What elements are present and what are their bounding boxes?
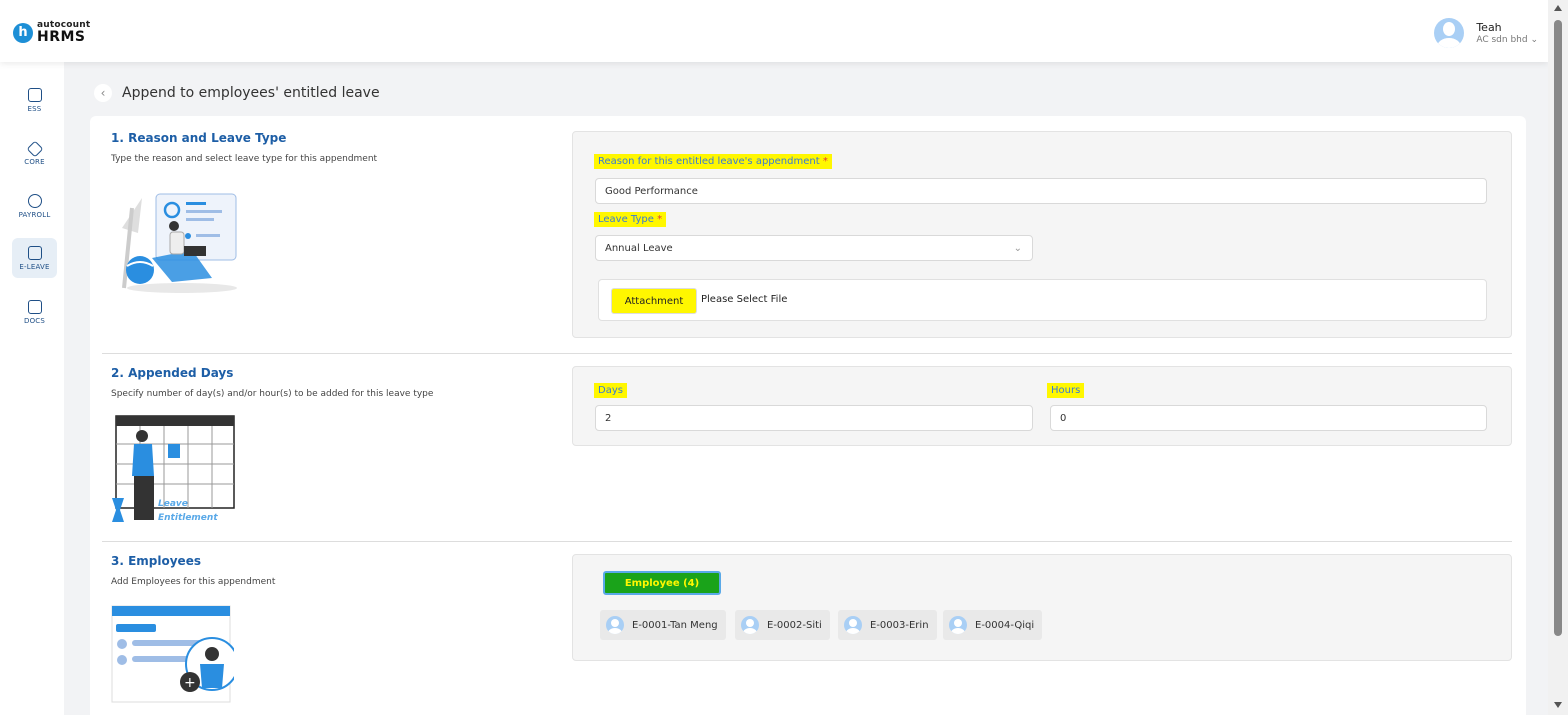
scroll-up-icon[interactable] [1554, 5, 1562, 11]
days-input[interactable]: 2 [595, 405, 1033, 431]
sidebar-item-ess[interactable]: ESS [12, 80, 57, 120]
section-divider [102, 541, 1512, 542]
attachment-box: Attachment Please Select File [598, 279, 1487, 321]
cube-icon [26, 140, 43, 157]
sidebar-item-payroll[interactable]: PAYROLL [12, 186, 57, 226]
appended-days-panel: Days 2 Hours 0 [572, 366, 1512, 446]
reason-label: Reason for this entitled leave's appendm… [598, 156, 820, 167]
section-2-title: 2. Appended Days [111, 366, 234, 380]
section-3-desc: Add Employees for this appendment [111, 577, 276, 587]
form-card: 1. Reason and Leave Type Type the reason… [90, 116, 1526, 715]
employee-chip-label: E-0001-Tan Meng [632, 619, 718, 631]
hrms-logo[interactable]: h autocount HRMS [13, 21, 90, 44]
days-label: Days [594, 383, 627, 398]
leave-entitlement-illustration: Leave Entitlement [112, 415, 235, 523]
hours-label: Hours [1047, 383, 1085, 398]
sidebar-item-label: PAYROLL [18, 210, 51, 219]
employee-chip-label: E-0004-Qiqi [975, 619, 1035, 631]
employee-chip[interactable]: E-0003-Erin [838, 610, 937, 640]
top-bar: h autocount HRMS Teah AC sdn bhd ⌄ [0, 0, 1548, 62]
employee-chip[interactable]: E-0004-Qiqi [943, 610, 1043, 640]
dollar-icon [27, 193, 42, 208]
sidebar-item-label: CORE [24, 157, 45, 166]
sidebar-item-label: E-LEAVE [19, 262, 50, 271]
relax-illustration [122, 193, 237, 293]
section-2-desc: Specify number of day(s) and/or hour(s) … [111, 389, 434, 399]
user-name: Teah [1476, 21, 1502, 35]
employee-button[interactable]: Employee (4) [603, 571, 721, 595]
illustration-text-entitlement: Entitlement [158, 513, 218, 523]
sidebar-item-docs[interactable]: DOCS [12, 292, 57, 332]
sidebar-item-core[interactable]: CORE [12, 134, 57, 174]
employee-chip-label: E-0002-Siti [767, 619, 822, 631]
leave-type-label: Leave Type [598, 214, 654, 225]
calendar-icon [27, 245, 42, 260]
leave-type-select[interactable]: Annual Leave ⌄ [595, 235, 1033, 261]
user-company: AC sdn bhd [1476, 34, 1528, 45]
add-employees-illustration: + [111, 605, 234, 703]
chevron-down-icon: ⌄ [1013, 243, 1022, 254]
section-divider [102, 353, 1512, 354]
page-title: Append to employees' entitled leave [122, 85, 380, 101]
back-button[interactable]: ‹ [94, 84, 112, 102]
logo-big-text: HRMS [37, 29, 86, 45]
hours-input[interactable]: 0 [1050, 405, 1487, 431]
employees-panel: Employee (4) E-0001-Tan Meng E-0002-Siti… [572, 554, 1512, 661]
employee-chip[interactable]: E-0001-Tan Meng [600, 610, 726, 640]
attachment-file-text: Please Select File [701, 294, 788, 305]
svg-text:+: + [184, 675, 196, 691]
sidebar-item-e-leave[interactable]: E-LEAVE [12, 238, 57, 278]
sidebar: ESS CORE PAYROLL E-LEAVE DOCS [0, 62, 64, 715]
avatar [844, 616, 862, 634]
leave-type-value: Annual Leave [605, 242, 673, 254]
chevron-left-icon: ‹ [100, 86, 106, 100]
chevron-down-icon: ⌄ [1530, 34, 1538, 45]
logo-mark: h [13, 22, 33, 43]
avatar [741, 616, 759, 634]
sidebar-item-label: ESS [27, 104, 42, 113]
scroll-down-icon[interactable] [1554, 702, 1562, 708]
page-header: ‹ Append to employees' entitled leave [94, 84, 380, 102]
page-scrollbar[interactable] [1548, 0, 1568, 715]
employee-chip[interactable]: E-0002-Siti [735, 610, 830, 640]
avatar [606, 616, 624, 634]
document-icon [27, 299, 42, 314]
user-menu[interactable]: Teah AC sdn bhd ⌄ [1434, 18, 1538, 48]
reason-input[interactable]: Good Performance [595, 178, 1487, 204]
ess-icon [27, 87, 42, 102]
section-1-title: 1. Reason and Leave Type [111, 131, 287, 145]
avatar [1434, 18, 1465, 48]
illustration-text-leave: Leave [158, 499, 188, 509]
employee-chip-label: E-0003-Erin [870, 619, 929, 631]
section-3-title: 3. Employees [111, 554, 201, 568]
avatar [949, 616, 967, 634]
attachment-button[interactable]: Attachment [611, 288, 697, 314]
section-1-desc: Type the reason and select leave type fo… [111, 154, 378, 164]
scroll-thumb[interactable] [1554, 20, 1562, 636]
reason-leave-panel: Reason for this entitled leave's appendm… [572, 131, 1512, 338]
sidebar-item-label: DOCS [23, 316, 46, 325]
